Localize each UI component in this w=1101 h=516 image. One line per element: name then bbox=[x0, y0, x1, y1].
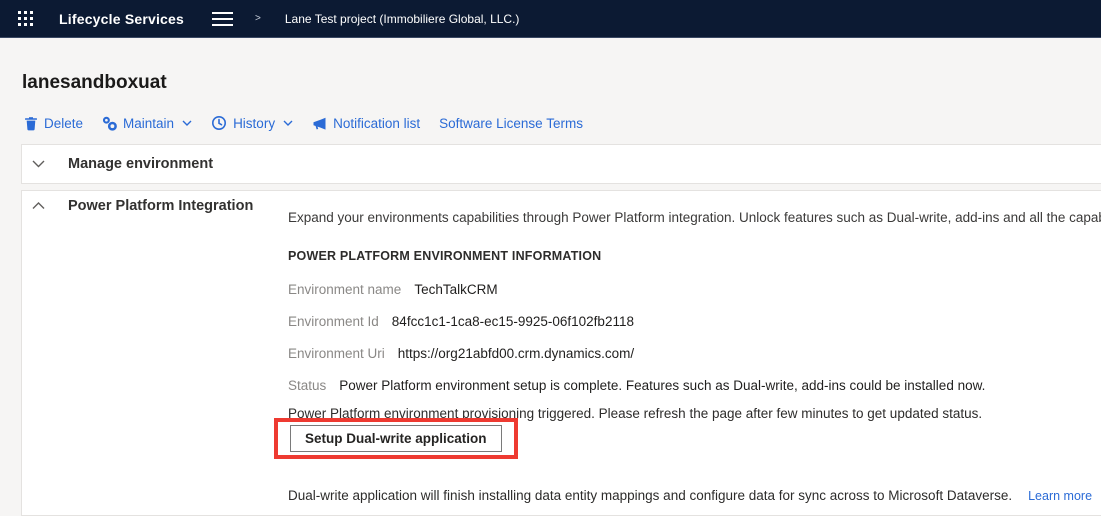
toolbar: Delete Maintain History bbox=[24, 112, 583, 134]
delete-button[interactable]: Delete bbox=[24, 116, 83, 131]
gears-icon bbox=[102, 116, 117, 131]
history-label: History bbox=[233, 116, 275, 131]
manage-environment-label: Manage environment bbox=[68, 156, 213, 172]
annotation-highlight: Setup Dual-write application bbox=[274, 418, 518, 459]
environment-uri-value: https://org21abfd00.crm.dynamics.com/ bbox=[398, 346, 634, 361]
chevron-down-icon bbox=[182, 120, 192, 126]
menu-icon[interactable] bbox=[212, 12, 233, 26]
environment-id-value: 84fcc1c1-1ca8-ec15-9925-06f102fb2118 bbox=[392, 314, 634, 329]
megaphone-icon bbox=[312, 116, 327, 131]
breadcrumb-separator: > bbox=[255, 13, 261, 24]
environment-uri-label: Environment Uri bbox=[288, 346, 385, 361]
status-row: Status Power Platform environment setup i… bbox=[288, 378, 985, 393]
power-platform-description: Expand your environments capabilities th… bbox=[288, 210, 1101, 225]
software-license-terms-label: Software License Terms bbox=[439, 116, 583, 131]
app-launcher-icon[interactable] bbox=[18, 11, 33, 26]
maintain-label: Maintain bbox=[123, 116, 174, 131]
history-button[interactable]: History bbox=[211, 115, 293, 131]
power-platform-label: Power Platform Integration bbox=[68, 198, 253, 214]
breadcrumb-project[interactable]: Lane Test project (Immobiliere Global, L… bbox=[285, 12, 520, 26]
section-power-platform-integration: Power Platform Integration Expand your e… bbox=[21, 190, 1101, 516]
environment-uri-row: Environment Uri https://org21abfd00.crm.d… bbox=[288, 346, 634, 361]
chevron-up-icon bbox=[32, 202, 45, 210]
notification-list-button[interactable]: Notification list bbox=[312, 116, 420, 131]
software-license-terms-link[interactable]: Software License Terms bbox=[439, 116, 583, 131]
setup-dual-write-button[interactable]: Setup Dual-write application bbox=[290, 425, 502, 452]
trash-icon bbox=[24, 116, 38, 131]
status-value: Power Platform environment setup is comp… bbox=[339, 378, 985, 393]
section-manage-environment[interactable]: Manage environment bbox=[21, 144, 1101, 184]
delete-label: Delete bbox=[44, 116, 83, 131]
learn-more-link[interactable]: Learn more bbox=[1028, 489, 1092, 503]
environment-id-label: Environment Id bbox=[288, 314, 379, 329]
environment-name-label: Environment name bbox=[288, 282, 401, 297]
environment-name-row: Environment name TechTalkCRM bbox=[288, 282, 498, 297]
chevron-down-icon bbox=[283, 120, 293, 126]
maintain-button[interactable]: Maintain bbox=[102, 116, 192, 131]
clock-icon bbox=[211, 115, 227, 131]
environment-name-value: TechTalkCRM bbox=[414, 282, 497, 297]
brand-title[interactable]: Lifecycle Services bbox=[59, 11, 184, 27]
page-title: lanesandboxuat bbox=[22, 72, 167, 94]
chevron-down-icon bbox=[32, 160, 45, 168]
dual-write-note: Dual-write application will finish insta… bbox=[288, 488, 1012, 503]
environment-id-row: Environment Id 84fcc1c1-1ca8-ec15-9925-06… bbox=[288, 314, 634, 329]
top-navbar: Lifecycle Services > Lane Test project (… bbox=[0, 0, 1101, 38]
dual-write-note-row: Dual-write application will finish insta… bbox=[288, 488, 1092, 503]
environment-info-heading: POWER PLATFORM ENVIRONMENT INFORMATION bbox=[288, 249, 601, 263]
notification-list-label: Notification list bbox=[333, 116, 420, 131]
status-label: Status bbox=[288, 378, 326, 393]
power-platform-section-header[interactable]: Power Platform Integration bbox=[22, 198, 253, 214]
